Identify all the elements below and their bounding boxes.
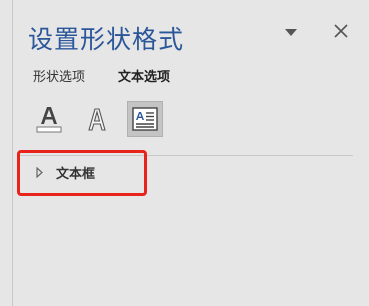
textbox-section-header[interactable]: 文本框 — [36, 163, 95, 182]
chevron-down-icon — [285, 28, 297, 36]
pane-options-button[interactable] — [282, 23, 300, 41]
text-effects-button[interactable] — [79, 101, 115, 137]
close-icon — [334, 24, 348, 38]
textbox-layout-button[interactable] — [127, 101, 163, 137]
textbox-section-label: 文本框 — [56, 167, 96, 182]
pane-left-border — [0, 0, 13, 306]
tab-shape-options[interactable]: 形状选项 — [33, 66, 85, 85]
format-shape-pane: 设置形状格式 形状选项 文本选项 文本框 — [14, 0, 369, 306]
textbox-layout-icon — [132, 107, 158, 131]
text-effects-icon — [88, 108, 106, 131]
text-fill-outline-button[interactable] — [31, 101, 67, 137]
pane-title: 设置形状格式 — [28, 25, 185, 54]
close-pane-button[interactable] — [330, 20, 352, 42]
tab-text-options[interactable]: 文本选项 — [118, 66, 170, 85]
section-divider — [17, 155, 353, 156]
expand-arrow-icon — [36, 167, 46, 179]
text-fill-outline-icon — [36, 107, 62, 133]
